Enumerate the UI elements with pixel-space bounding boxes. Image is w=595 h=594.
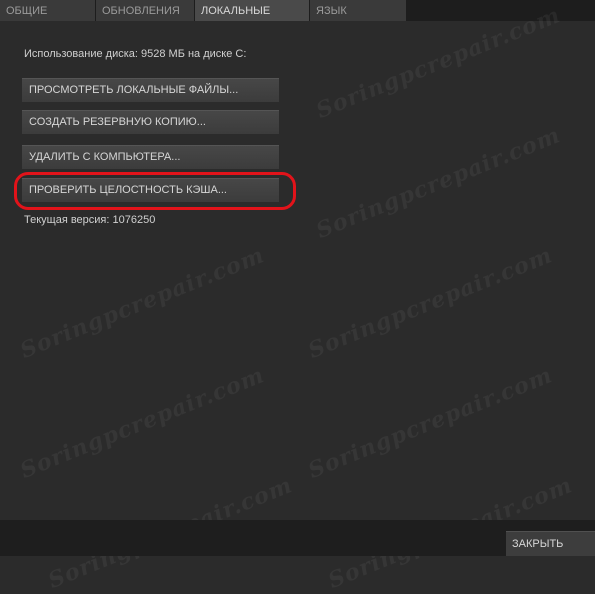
backup-button[interactable]: СОЗДАТЬ РЕЗЕРВНУЮ КОПИЮ... — [22, 110, 279, 134]
verify-cache-button[interactable]: ПРОВЕРИТЬ ЦЕЛОСТНОСТЬ КЭША... — [22, 178, 279, 202]
current-version-label: Текущая версия: 1076250 — [24, 214, 156, 226]
tab-language[interactable]: ЯЗЫК — [310, 0, 407, 21]
tab-general[interactable]: ОБЩИЕ — [0, 0, 96, 21]
tab-local-files[interactable]: ЛОКАЛЬНЫЕ ФАЙЛЫ — [195, 0, 310, 39]
browse-local-files-button[interactable]: ПРОСМОТРЕТЬ ЛОКАЛЬНЫЕ ФАЙЛЫ... — [22, 78, 279, 102]
tab-bar: ОБЩИЕ ОБНОВЛЕНИЯ ЛОКАЛЬНЫЕ ФАЙЛЫ ЯЗЫК — [0, 0, 595, 39]
tab-updates[interactable]: ОБНОВЛЕНИЯ — [96, 0, 195, 21]
close-button[interactable]: ЗАКРЫТЬ — [506, 531, 595, 556]
disk-usage-label: Использование диска: 9528 МБ на диске С: — [24, 48, 247, 60]
uninstall-button[interactable]: УДАЛИТЬ С КОМПЬЮТЕРА... — [22, 145, 279, 169]
